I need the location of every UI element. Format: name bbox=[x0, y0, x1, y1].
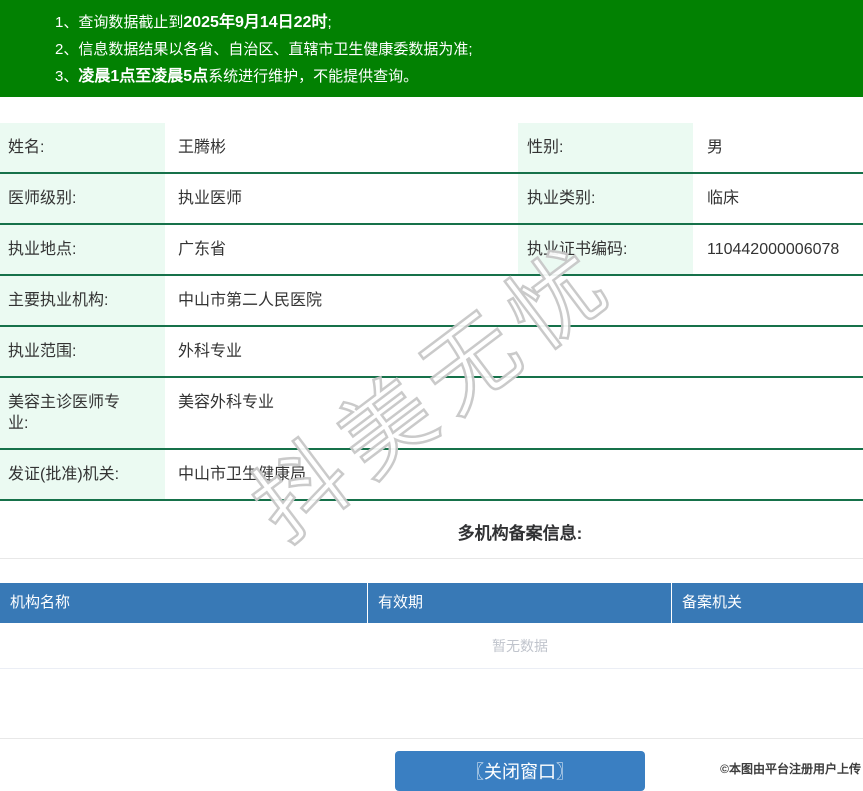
column-header-valid-date: 有效期 bbox=[368, 583, 672, 623]
practitioner-details-table: 姓名: 王腾彬 性别: 男 医师级别: 执业医师 执业类别: 临床 执业地点: … bbox=[0, 123, 863, 501]
field-value: 临床 bbox=[693, 174, 863, 223]
field-label: 执业类别: bbox=[518, 174, 693, 223]
notice-number: 3、 bbox=[55, 68, 78, 85]
field-label: 主要执业机构: bbox=[0, 276, 165, 325]
field-value: 广东省 bbox=[165, 225, 518, 274]
notice-banner: 1、查询数据截止到2025年9月14日22时; 2、信息数据结果以各省、自治区、… bbox=[0, 0, 863, 97]
table-row: 医师级别: 执业医师 执业类别: 临床 bbox=[0, 174, 863, 225]
table-row: 执业地点: 广东省 执业证书编码: 110442000006078 bbox=[0, 225, 863, 276]
field-label: 性别: bbox=[518, 123, 693, 172]
divider bbox=[0, 669, 863, 739]
page: 1、查询数据截止到2025年9月14日22时; 2、信息数据结果以各省、自治区、… bbox=[0, 0, 863, 791]
field-value: 中山市卫生健康局 bbox=[165, 450, 863, 499]
field-label: 姓名: bbox=[0, 123, 165, 172]
table-row: 执业范围: 外科专业 bbox=[0, 327, 863, 378]
field-label: 医师级别: bbox=[0, 174, 165, 223]
field-label: 发证(批准)机关: bbox=[0, 450, 165, 499]
notice-item-1: 1、查询数据截止到2025年9月14日22时; bbox=[55, 9, 863, 36]
notice-number: 1、 bbox=[55, 14, 78, 31]
field-value: 外科专业 bbox=[165, 327, 863, 376]
table-row: 美容主诊医师专业: 美容外科专业 bbox=[0, 378, 863, 450]
table-row: 主要执业机构: 中山市第二人民医院 bbox=[0, 276, 863, 327]
field-value: 王腾彬 bbox=[165, 123, 518, 172]
notice-text: 信息数据结果以各省、自治区、直辖市卫生健康委数据为准; bbox=[78, 41, 472, 58]
notice-list: 1、查询数据截止到2025年9月14日22时; 2、信息数据结果以各省、自治区、… bbox=[55, 9, 863, 90]
filing-section-title: 多机构备案信息: bbox=[458, 524, 583, 543]
filing-section: 多机构备案信息: bbox=[0, 501, 863, 559]
uploader-stamp-text: ©本图由平台注册用户上传 bbox=[720, 760, 861, 777]
table-row: 发证(批准)机关: 中山市卫生健康局 bbox=[0, 450, 863, 501]
table-row: 姓名: 王腾彬 性别: 男 bbox=[0, 123, 863, 174]
filing-table-header: 机构名称 有效期 备案机关 bbox=[0, 583, 863, 623]
notice-text-bold: 凌晨1点至凌晨5点 bbox=[78, 68, 208, 85]
notice-text: 查询数据截止到 bbox=[78, 14, 183, 31]
field-label: 执业地点: bbox=[0, 225, 165, 274]
column-header-authority: 备案机关 bbox=[672, 583, 863, 623]
field-value: 男 bbox=[693, 123, 863, 172]
notice-text-bold: 2025年9月14日22时 bbox=[183, 14, 327, 31]
field-label: 执业范围: bbox=[0, 327, 165, 376]
notice-number: 2、 bbox=[55, 41, 78, 58]
field-label: 美容主诊医师专业: bbox=[0, 378, 165, 448]
notice-text: ; bbox=[327, 14, 331, 31]
filing-table: 机构名称 有效期 备案机关 暂无数据 bbox=[0, 583, 863, 669]
column-header-org-name: 机构名称 bbox=[0, 583, 368, 623]
field-value: 美容外科专业 bbox=[165, 378, 863, 448]
field-value: 中山市第二人民医院 bbox=[165, 276, 863, 325]
close-window-button[interactable]: 〖关闭窗口〗 bbox=[395, 751, 645, 791]
notice-item-2: 2、信息数据结果以各省、自治区、直辖市卫生健康委数据为准; bbox=[55, 36, 863, 63]
field-value: 110442000006078 bbox=[693, 225, 863, 274]
notice-text: 系统进行维护，不能提供查询。 bbox=[208, 68, 418, 85]
empty-data-placeholder: 暂无数据 bbox=[0, 623, 863, 669]
field-label: 执业证书编码: bbox=[518, 225, 693, 274]
notice-item-3: 3、凌晨1点至凌晨5点系统进行维护，不能提供查询。 bbox=[55, 63, 863, 90]
field-value: 执业医师 bbox=[165, 174, 518, 223]
